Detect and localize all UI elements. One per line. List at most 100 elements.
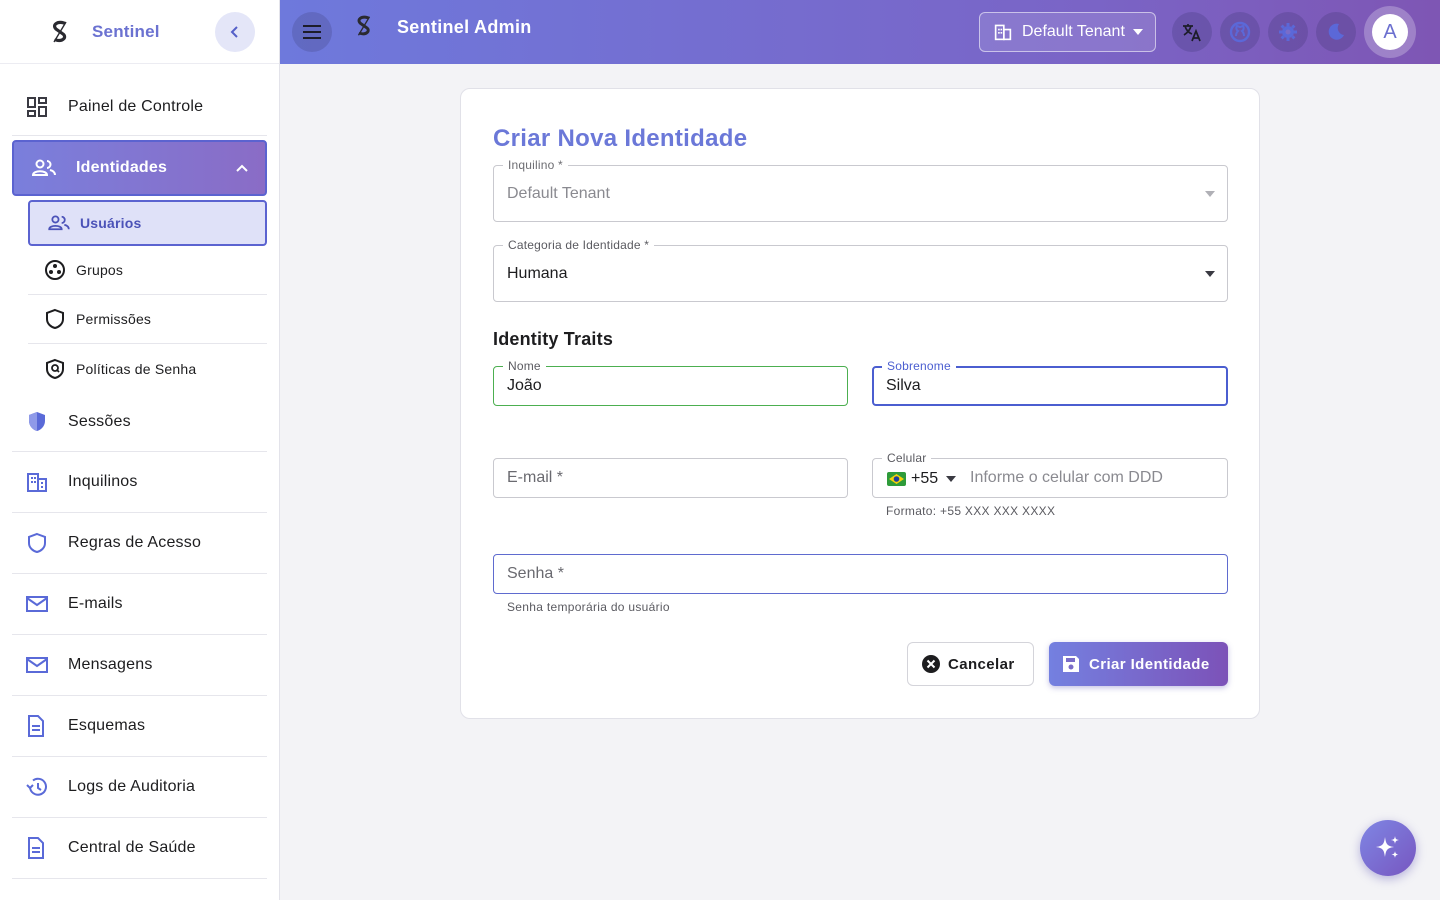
identity-category-select[interactable]: Categoria de Identidade * Humana bbox=[493, 238, 1228, 302]
sidebar-item-password-policies[interactable]: Políticas de Senha bbox=[28, 344, 267, 393]
create-identity-card: Criar Nova Identidade Inquilino * Defaul… bbox=[460, 88, 1260, 719]
last-name-value: Silva bbox=[886, 377, 921, 394]
history-icon bbox=[26, 776, 58, 798]
document-icon bbox=[26, 837, 58, 859]
policy-icon bbox=[44, 358, 68, 380]
sidebar: Sentinel Painel de Controle Identidades … bbox=[0, 0, 280, 900]
gear-icon bbox=[1278, 22, 1298, 42]
password-placeholder: Senha * bbox=[507, 565, 564, 582]
people-icon bbox=[32, 159, 64, 177]
identity-category-value: Humana bbox=[507, 265, 568, 282]
sidebar-item-label: Políticas de Senha bbox=[76, 360, 197, 377]
sidebar-item-dashboard[interactable]: Painel de Controle bbox=[12, 78, 267, 136]
sidebar-item-users[interactable]: Usuários bbox=[28, 200, 267, 246]
phone-field[interactable]: Celular +55 Informe o celular com DDD bbox=[872, 451, 1228, 498]
sidebar-item-access-rules[interactable]: Regras de Acesso bbox=[12, 513, 267, 574]
sidebar-item-label: Central de Saúde bbox=[68, 839, 196, 856]
country-code-selector[interactable]: +55 bbox=[887, 470, 957, 488]
sidebar-item-label: Regras de Acesso bbox=[68, 534, 202, 551]
buildings-icon bbox=[994, 23, 1012, 41]
sidebar-brand: Sentinel bbox=[92, 21, 160, 41]
caret-down-icon bbox=[1205, 271, 1215, 277]
sidebar-item-groups[interactable]: Grupos bbox=[28, 246, 267, 295]
sidebar-item-label: Identidades bbox=[76, 159, 168, 176]
password-field[interactable]: Senha * bbox=[493, 554, 1228, 594]
page-title: Criar Nova Identidade bbox=[493, 125, 748, 152]
sidebar-item-audit-logs[interactable]: Logs de Auditoria bbox=[12, 757, 267, 818]
caret-down-icon bbox=[946, 476, 957, 482]
security-shield-icon bbox=[26, 411, 58, 433]
sidebar-nav: Painel de Controle Identidades Usuários … bbox=[12, 78, 267, 879]
mail-icon bbox=[26, 595, 58, 613]
moon-icon bbox=[1326, 22, 1346, 42]
hamburger-icon bbox=[303, 25, 321, 39]
sidebar-item-permissions[interactable]: Permissões bbox=[28, 295, 267, 344]
caret-down-icon bbox=[1132, 29, 1143, 35]
settings-button[interactable] bbox=[1268, 12, 1308, 52]
country-code: +55 bbox=[911, 470, 939, 487]
github-button[interactable] bbox=[1220, 12, 1260, 52]
cancel-button-label: Cancelar bbox=[948, 655, 1015, 673]
sidebar-item-label: Esquemas bbox=[68, 717, 146, 734]
phone-placeholder: Informe o celular com DDD bbox=[970, 469, 1163, 486]
sidebar-item-label: Grupos bbox=[76, 262, 124, 278]
create-identity-button[interactable]: Criar Identidade bbox=[1049, 642, 1228, 686]
email-placeholder: E-mail * bbox=[507, 469, 564, 486]
identities-submenu: Usuários Grupos Permissões Políticas de … bbox=[28, 200, 267, 393]
mail-icon bbox=[26, 656, 58, 674]
sidebar-item-schemas[interactable]: Esquemas bbox=[12, 696, 267, 757]
sidebar-item-label: Sessões bbox=[68, 413, 131, 430]
tenant-selector[interactable]: Default Tenant bbox=[979, 12, 1156, 52]
first-name-value: João bbox=[507, 377, 542, 394]
people-icon bbox=[48, 215, 72, 231]
phone-label: Celular bbox=[882, 451, 932, 465]
password-helper-text: Senha temporária do usuário bbox=[507, 600, 670, 614]
app-title: Sentinel Admin bbox=[397, 17, 532, 37]
brazil-flag-icon bbox=[887, 472, 906, 486]
sidebar-item-messages[interactable]: Mensagens bbox=[12, 635, 267, 696]
menu-toggle-button[interactable] bbox=[292, 12, 332, 52]
sidebar-collapse-button[interactable] bbox=[215, 12, 255, 52]
github-icon bbox=[1229, 21, 1251, 43]
sidebar-item-health-center[interactable]: Central de Saúde bbox=[12, 818, 267, 879]
sidebar-item-label: E-mails bbox=[68, 595, 123, 612]
identity-category-label: Categoria de Identidade * bbox=[503, 238, 655, 252]
cancel-button[interactable]: Cancelar bbox=[907, 642, 1034, 686]
translate-icon bbox=[1182, 22, 1202, 42]
sidebar-item-identities[interactable]: Identidades bbox=[12, 140, 267, 196]
tenant-select[interactable]: Inquilino * Default Tenant bbox=[493, 158, 1228, 222]
cancel-circle-icon bbox=[922, 655, 940, 673]
sidebar-item-label: Mensagens bbox=[68, 656, 153, 673]
sidebar-item-label: Inquilinos bbox=[68, 473, 138, 490]
sidebar-item-label: Painel de Controle bbox=[68, 97, 204, 115]
dashboard-icon bbox=[26, 96, 58, 118]
dark-mode-button[interactable] bbox=[1316, 12, 1356, 52]
sidebar-item-emails[interactable]: E-mails bbox=[12, 574, 267, 635]
user-avatar[interactable]: A bbox=[1364, 6, 1416, 58]
top-app-bar: Sentinel Admin Default Tenant A bbox=[280, 0, 1440, 64]
last-name-field[interactable]: Sobrenome Silva bbox=[872, 359, 1228, 406]
last-name-label: Sobrenome bbox=[882, 359, 956, 373]
save-icon bbox=[1062, 655, 1080, 673]
sentinel-logo-icon bbox=[352, 14, 378, 40]
create-identity-button-label: Criar Identidade bbox=[1089, 655, 1210, 673]
tenant-selector-label: Default Tenant bbox=[1022, 23, 1125, 40]
ai-assistant-button[interactable] bbox=[1360, 820, 1416, 876]
first-name-field[interactable]: Nome João bbox=[493, 359, 848, 406]
sparkle-icon bbox=[1374, 834, 1402, 862]
email-field[interactable]: E-mail * bbox=[493, 458, 848, 498]
first-name-label: Nome bbox=[503, 359, 546, 373]
groups-icon bbox=[44, 259, 68, 281]
avatar-initial: A bbox=[1372, 14, 1408, 50]
sidebar-item-tenants[interactable]: Inquilinos bbox=[12, 452, 267, 513]
chevron-left-icon bbox=[228, 25, 242, 39]
sidebar-item-label: Logs de Auditoria bbox=[68, 778, 196, 795]
shield-icon bbox=[44, 308, 68, 330]
sidebar-item-label: Permissões bbox=[76, 311, 152, 327]
identity-traits-heading: Identity Traits bbox=[493, 329, 614, 349]
sentinel-logo-icon bbox=[46, 18, 74, 46]
language-button[interactable] bbox=[1172, 12, 1212, 52]
phone-helper-text: Formato: +55 XXX XXX XXXX bbox=[886, 504, 1056, 518]
sidebar-item-sessions[interactable]: Sessões bbox=[12, 393, 267, 452]
chevron-up-icon bbox=[235, 163, 249, 173]
